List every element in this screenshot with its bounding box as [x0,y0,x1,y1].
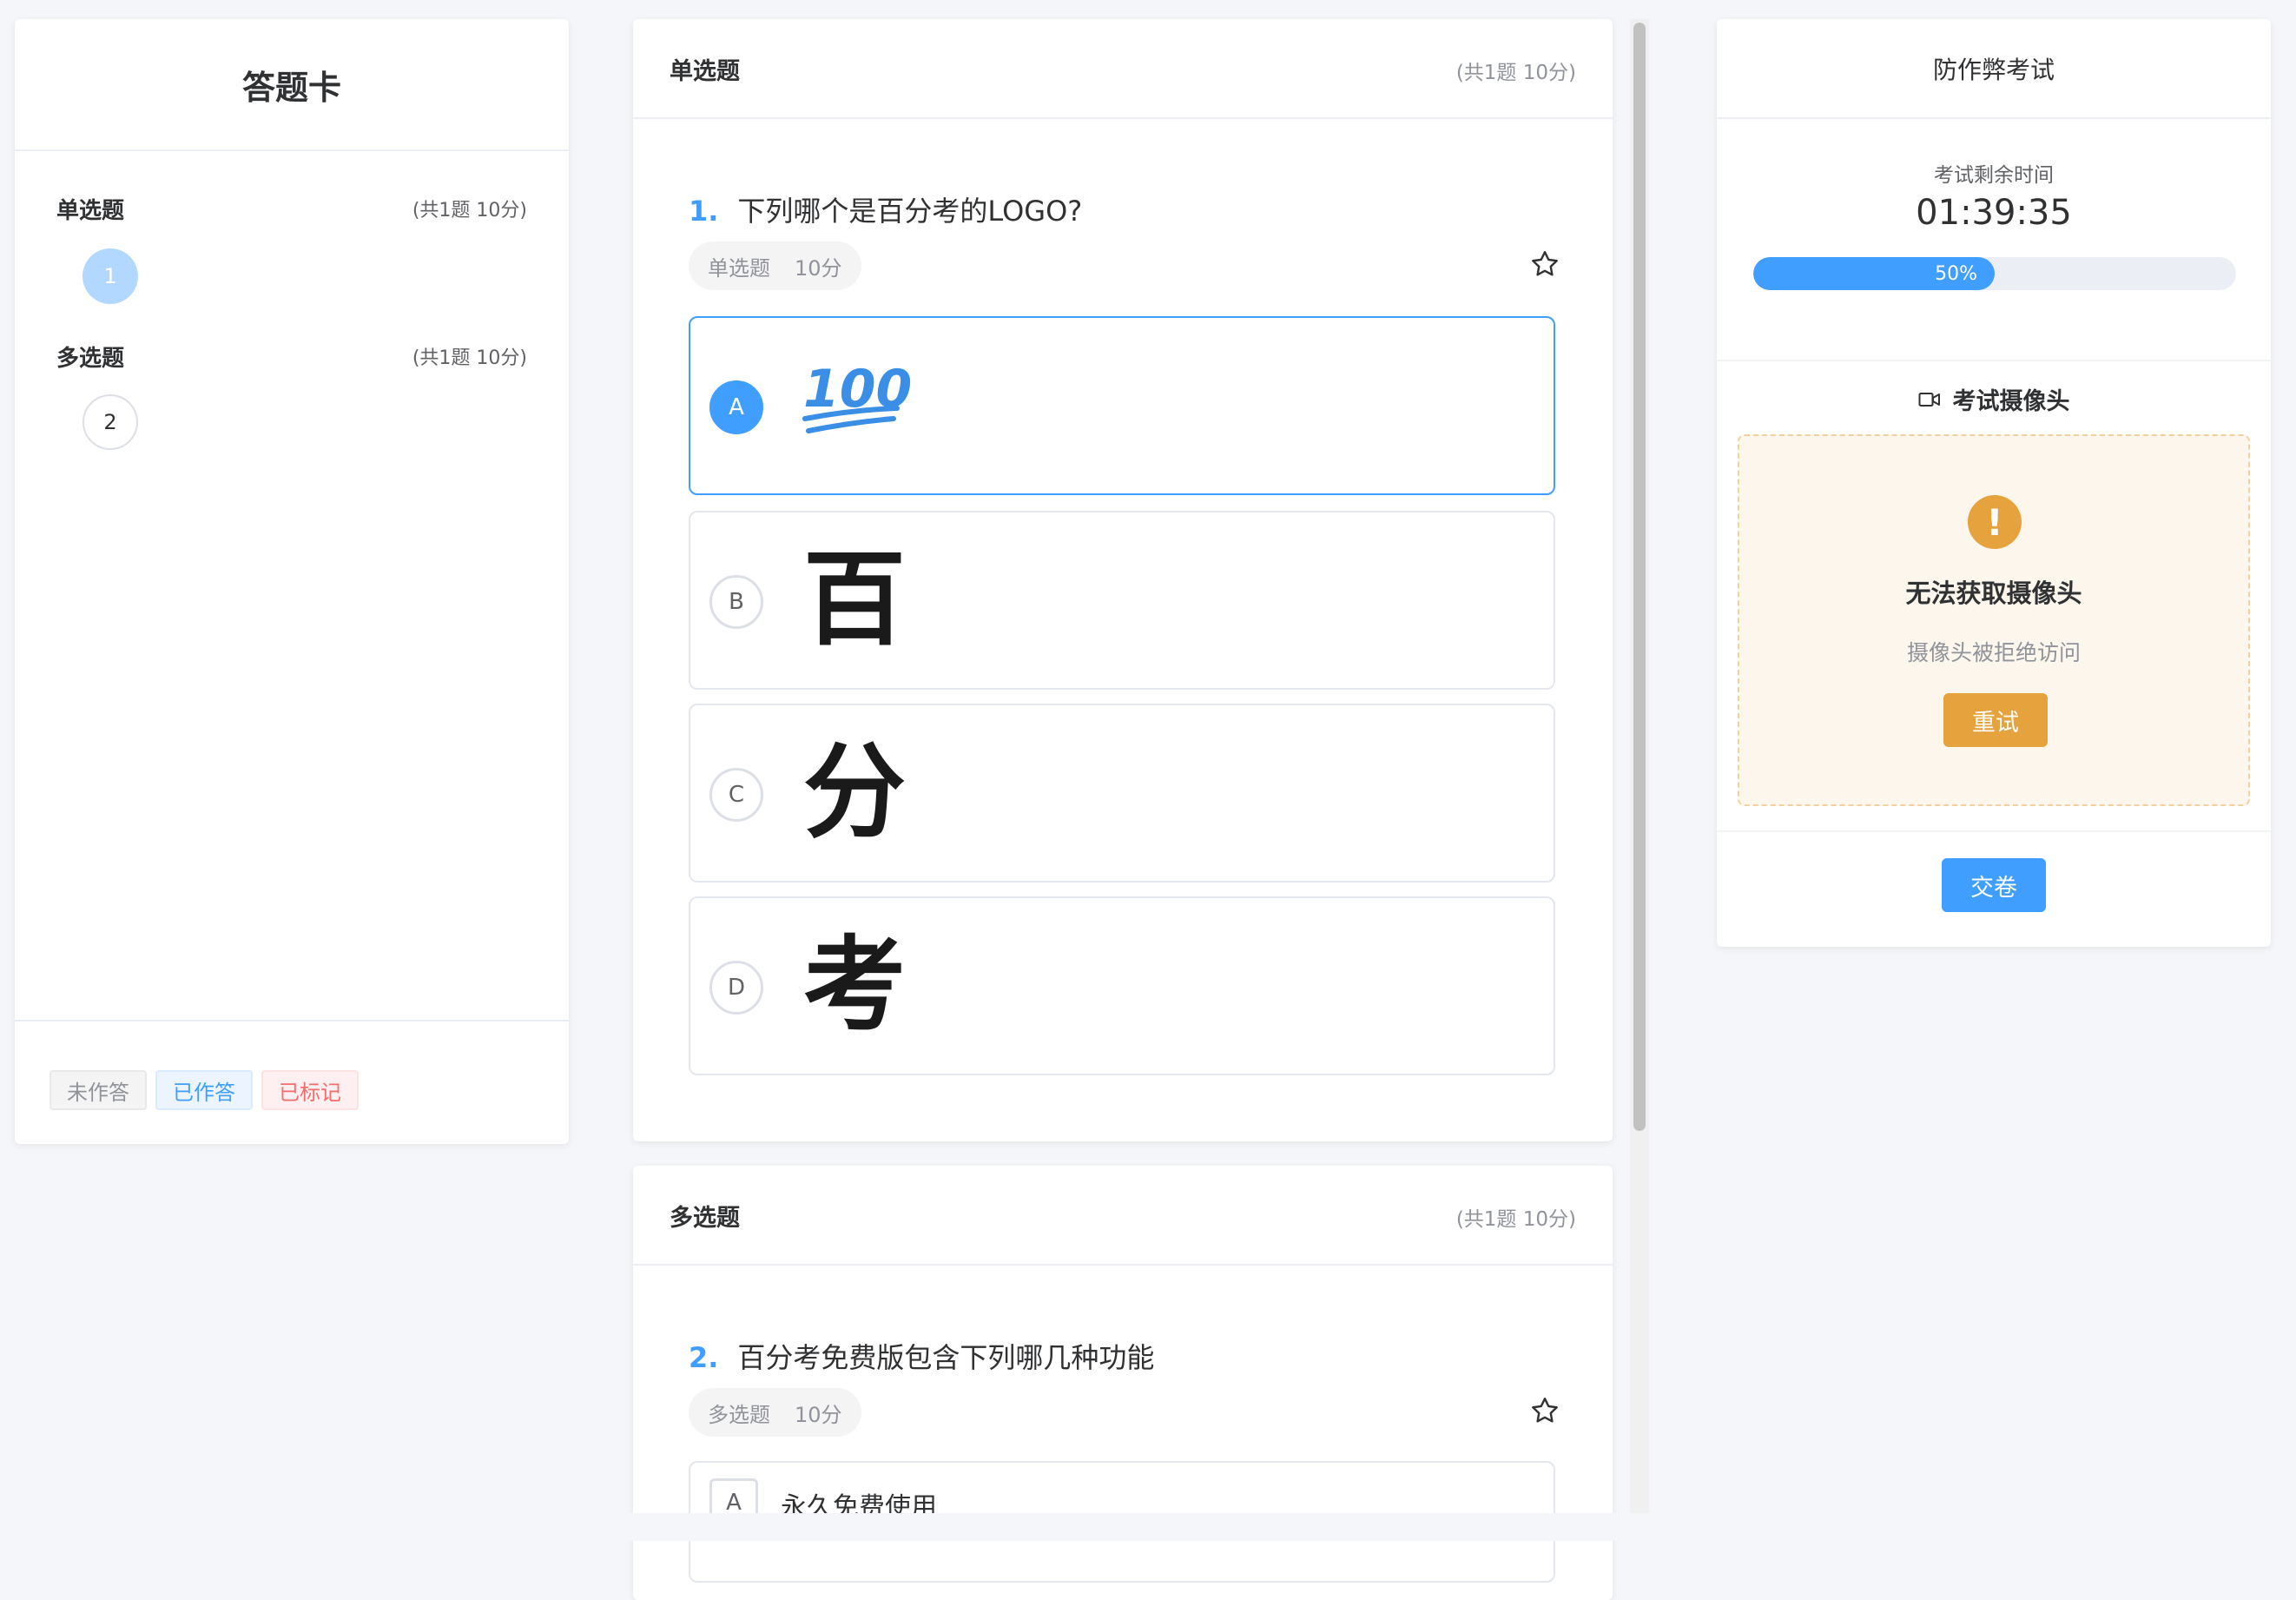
camera-error-subtitle: 摄像头被拒绝访问 [1906,640,2081,665]
answer-card-question-1[interactable]: 1 [82,248,138,304]
question-type: 单选题 [708,255,770,281]
answer-card-section-multi-title: 多选题 [56,346,125,372]
question-text: 百分考免费版包含下列哪几种功能 [737,1341,1155,1374]
submit-exam-button[interactable]: 交卷 [1942,858,2046,912]
warning-icon: ! [1968,495,2022,549]
section-meta: (共1题 10分) [1455,62,1576,84]
camera-preview-box: ! 无法获取摄像头 摄像头被拒绝访问 重试 [1738,434,2250,806]
time-progress-bar: 50% [1753,257,2236,290]
camera-title-text: 考试摄像头 [1952,388,2070,415]
remaining-time-label: 考试剩余时间 [1934,164,2054,187]
option-d[interactable]: D 考 [689,896,1555,1075]
answer-card-question-2[interactable]: 2 [82,394,138,450]
question-number: 1. [689,195,719,228]
question-title: 1. 下列哪个是百分考的LOGO? [689,189,1082,229]
answer-card-section-single-title: 单选题 [56,198,125,224]
scrollbar-thumb[interactable] [1633,23,1646,1131]
answer-card-divider [15,1020,569,1021]
question-type-badge: 单选题 10分 [689,241,861,290]
legend-unanswered-tag: 未作答 [49,1070,147,1110]
question-type-badge: 多选题 10分 [689,1388,861,1437]
section-title: 单选题 [670,58,740,85]
time-progress-fill: 50% [1753,257,1995,290]
question-type: 多选题 [708,1402,770,1427]
multiple-choice-header: 多选题 (共1题 10分) [633,1166,1613,1266]
mark-star-icon[interactable] [1529,1395,1560,1426]
legend-answered-tag: 已作答 [155,1070,253,1110]
exam-panel-title: 防作弊考试 [1717,19,2271,119]
section-meta: (共1题 10分) [1455,1208,1576,1231]
option-c[interactable]: C 分 [689,704,1555,883]
single-choice-header: 单选题 (共1题 10分) [633,19,1613,119]
answer-card-panel: 答题卡 单选题 (共1题 10分) 1 多选题 (共1题 10分) 2 未作答 … [15,19,569,1144]
camera-section: 考试摄像头 ! 无法获取摄像头 摄像头被拒绝访问 重试 [1717,360,2271,832]
mark-star-icon[interactable] [1529,248,1560,280]
option-c-glyph: 分 [803,732,907,852]
page-bottom-edge [0,1513,2296,1541]
option-b-letter: B [709,575,763,629]
question-number: 2. [689,1341,719,1374]
option-a-letter: A [709,380,763,434]
answer-card-title: 答题卡 [15,19,569,151]
single-choice-panel: 单选题 (共1题 10分) 1. 下列哪个是百分考的LOGO? 单选题 10分 A… [633,19,1613,1141]
option-c-letter: C [709,768,763,822]
option-a[interactable]: A 100 [689,316,1555,495]
option-d-glyph: 考 [803,925,907,1045]
exam-info-panel: 防作弊考试 考试剩余时间 01:39:35 50% 考试摄像头 ! 无法获取摄像… [1717,19,2271,947]
question-text: 下列哪个是百分考的LOGO? [737,195,1083,228]
question-score: 10分 [795,1402,842,1427]
option-b-glyph: 百 [803,539,907,659]
camera-error-title: 无法获取摄像头 [1905,579,2082,608]
hundred-logo-icon: 100 [802,359,912,433]
question-score: 10分 [795,255,842,281]
section-title: 多选题 [670,1205,740,1232]
video-camera-icon [1918,392,1940,407]
option-d-letter: D [709,961,763,1015]
question-title: 2. 百分考免费版包含下列哪几种功能 [689,1336,1154,1376]
retry-button[interactable]: 重试 [1943,693,2048,747]
remaining-time-value: 01:39:35 [1916,193,2072,233]
camera-title: 考试摄像头 [1717,382,2271,416]
answer-card-section-multi-meta: (共1题 10分) [412,347,527,369]
answer-card-section-single-meta: (共1题 10分) [412,200,527,221]
legend-marked-tag: 已标记 [261,1070,359,1110]
option-b[interactable]: B 百 [689,511,1555,690]
